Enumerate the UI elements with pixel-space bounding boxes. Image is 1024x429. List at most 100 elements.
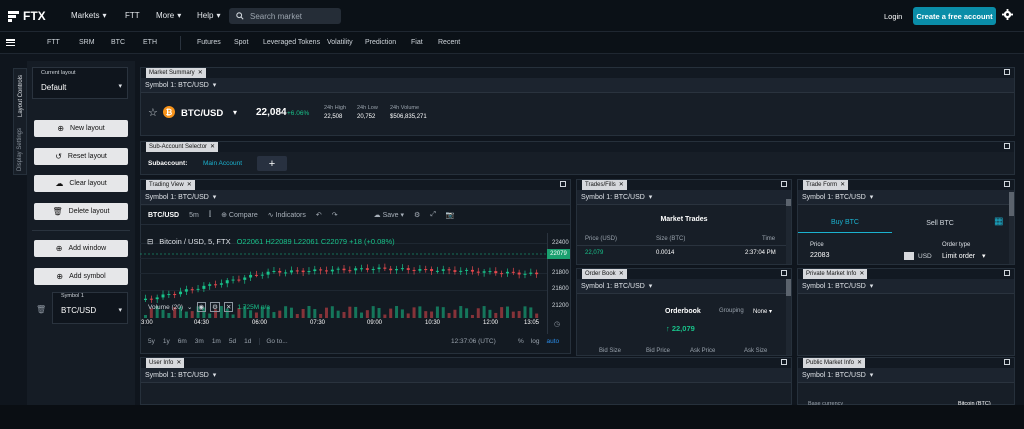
subnav-ftt[interactable]: FTT	[47, 39, 60, 46]
clock-settings-icon[interactable]: ◷	[554, 320, 560, 328]
maximize-icon[interactable]	[560, 181, 566, 187]
nav-ftt[interactable]: FTT	[125, 11, 140, 20]
add-subaccount-button[interactable]: +	[257, 156, 287, 171]
search-input[interactable]: Search market	[229, 8, 341, 24]
save-button[interactable]: ☁ Save ▾	[374, 211, 404, 219]
subnav-btc[interactable]: BTC	[111, 39, 125, 46]
ftx-logo[interactable]: FTX	[8, 8, 54, 24]
range-6m[interactable]: 6m	[178, 338, 187, 345]
symbol-select[interactable]: Symbol 1: BTC/USD ▾	[798, 279, 1014, 294]
close-icon[interactable]: ✕	[224, 302, 234, 312]
scrollbar-thumb[interactable]	[786, 279, 791, 296]
symbol-select[interactable]: Symbol 1: BTC/USD ▾	[798, 190, 1014, 205]
subnav-srm[interactable]: SRM	[79, 39, 95, 46]
close-icon[interactable]: ✕	[176, 358, 181, 368]
delete-layout-button[interactable]: 🗑 Delete layout	[34, 203, 128, 220]
scrollbar-track[interactable]	[786, 199, 791, 264]
trades-fills-tab[interactable]: Trades/Fills ✕	[582, 180, 627, 190]
range-1y[interactable]: 1y	[163, 338, 170, 345]
symbol-select[interactable]: Symbol 1: BTC/USD ▾	[141, 190, 570, 205]
user-info-tab[interactable]: User Info ✕	[146, 358, 185, 368]
maximize-icon[interactable]	[781, 270, 787, 276]
maximize-icon[interactable]	[1004, 143, 1010, 149]
hamburger-menu-icon[interactable]	[6, 39, 15, 47]
symbol-select[interactable]: Symbol 1: BTC/USD ▾	[141, 368, 791, 383]
current-layout-select[interactable]: Current layout Default ▾	[32, 67, 128, 99]
price-input[interactable]: 22083	[810, 252, 829, 259]
reset-layout-button[interactable]: ↺ Reset layout	[34, 148, 128, 165]
symbol-select[interactable]: Symbol 1: BTC/USD ▾	[141, 78, 1014, 93]
subnav-volatility[interactable]: Volatility	[327, 39, 353, 46]
trade-form-tab[interactable]: Trade Form ✕	[803, 180, 849, 190]
subnav-spot[interactable]: Spot	[234, 39, 248, 46]
market-summary-tab[interactable]: Market Summary ✕	[146, 68, 206, 78]
symbol-1-select[interactable]: Symbol 1 BTC/USD ▾	[52, 292, 128, 324]
subnav-recent[interactable]: Recent	[438, 39, 460, 46]
range-1d[interactable]: 1d	[244, 338, 251, 345]
close-icon[interactable]: ✕	[198, 68, 203, 78]
chart-interval[interactable]: 5m	[189, 212, 199, 219]
goto-date-button[interactable]: Go to...	[259, 338, 288, 345]
add-window-button[interactable]: ⊕ Add window	[34, 240, 128, 257]
symbol-select[interactable]: Symbol 1: BTC/USD ▾	[577, 190, 791, 205]
order-book-tab[interactable]: Order Book ✕	[582, 269, 627, 279]
redo-icon[interactable]: ↷	[332, 211, 338, 219]
range-1m[interactable]: 1m	[212, 338, 221, 345]
range-3m[interactable]: 3m	[195, 338, 204, 345]
add-symbol-button[interactable]: ⊕ Add symbol	[34, 268, 128, 285]
undo-icon[interactable]: ↶	[316, 211, 322, 219]
maximize-icon[interactable]	[1004, 270, 1010, 276]
percent-scale-button[interactable]: %	[518, 338, 524, 345]
subnav-leveraged-tokens[interactable]: Leveraged Tokens	[263, 39, 320, 46]
close-icon[interactable]: ✕	[210, 142, 215, 152]
close-icon[interactable]: ✕	[619, 180, 624, 190]
maximize-icon[interactable]	[1004, 69, 1010, 75]
display-settings-tab[interactable]: Display Settings	[13, 122, 27, 174]
maximize-icon[interactable]	[781, 181, 787, 187]
pair-dropdown-chevron-icon[interactable]: ▾	[233, 108, 237, 117]
auto-scale-button[interactable]: auto	[546, 338, 559, 345]
delete-symbol-icon[interactable]: 🗑	[36, 305, 46, 314]
fullscreen-icon[interactable]: ⤢	[430, 211, 436, 219]
subnav-futures[interactable]: Futures	[197, 39, 221, 46]
nav-markets[interactable]: Markets ▾	[71, 11, 106, 20]
new-layout-button[interactable]: ⊕ New layout	[34, 120, 128, 137]
grouping-select[interactable]: None ▾	[753, 308, 772, 315]
close-icon[interactable]: ✕	[840, 180, 845, 190]
symbol-select[interactable]: Symbol 1: BTC/USD ▾	[577, 279, 791, 294]
favorite-star-icon[interactable]: ☆	[148, 106, 158, 119]
settings-gear-icon[interactable]	[1002, 9, 1013, 20]
settings-icon[interactable]: ⚙	[210, 302, 220, 312]
scrollbar-thumb[interactable]	[1009, 192, 1014, 216]
private-market-info-tab[interactable]: Private Market Info ✕	[803, 269, 868, 279]
range-5y[interactable]: 5y	[148, 338, 155, 345]
close-icon[interactable]: ✕	[187, 180, 192, 190]
utc-clock[interactable]: 12:37:06 (UTC)	[451, 338, 496, 345]
public-market-info-tab[interactable]: Public Market Info ✕	[803, 358, 866, 368]
close-icon[interactable]: ✕	[619, 269, 624, 279]
compare-button[interactable]: ⊕ Compare	[221, 211, 258, 219]
sell-tab[interactable]: Sell BTC	[892, 213, 988, 233]
nav-help[interactable]: Help ▾	[197, 11, 220, 20]
maximize-icon[interactable]	[1004, 359, 1010, 365]
clear-layout-button[interactable]: ☁ Clear layout	[34, 175, 128, 192]
close-icon[interactable]: ✕	[857, 358, 862, 368]
visibility-icon[interactable]: ◉	[196, 302, 207, 312]
log-scale-button[interactable]: log	[531, 338, 540, 345]
maximize-icon[interactable]	[781, 359, 787, 365]
screenshot-camera-icon[interactable]: 📷	[446, 211, 455, 219]
indicators-button[interactable]: ∿ Indicators	[268, 211, 306, 219]
order-type-select[interactable]: Limit order ▾	[942, 252, 986, 260]
symbol-select[interactable]: Symbol 1: BTC/USD ▾	[798, 368, 1014, 383]
login-link[interactable]: Login	[884, 12, 902, 21]
subnav-fiat[interactable]: Fiat	[411, 39, 423, 46]
subaccount-main[interactable]: Main Account	[203, 160, 242, 167]
nav-more[interactable]: More ▾	[156, 11, 181, 20]
subaccount-selector-tab[interactable]: Sub-Account Selector ✕	[146, 142, 219, 152]
chart-symbol[interactable]: BTC/USD	[148, 212, 179, 219]
create-account-button[interactable]: Create a free account	[913, 7, 996, 25]
price-step-icon[interactable]	[904, 252, 914, 260]
subnav-prediction[interactable]: Prediction	[365, 39, 396, 46]
subnav-eth[interactable]: ETH	[143, 39, 157, 46]
range-5d[interactable]: 5d	[229, 338, 236, 345]
